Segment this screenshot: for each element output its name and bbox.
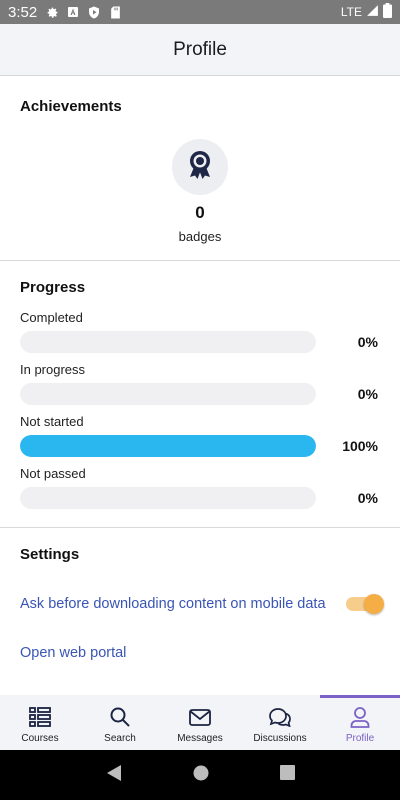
- toggle-knob: [364, 594, 384, 614]
- progress-label: In progress: [20, 362, 86, 377]
- system-nav-bar: [0, 750, 400, 800]
- home-icon[interactable]: [193, 765, 209, 786]
- profile-content[interactable]: Achievements 0 badges Progress Completed…: [0, 76, 400, 695]
- nav-item-search[interactable]: Search: [80, 695, 160, 750]
- progress-bar: [20, 383, 316, 405]
- nav-label: Messages: [177, 733, 223, 744]
- open-web-portal-link[interactable]: Open web portal: [20, 645, 380, 661]
- progress-percent: 0%: [357, 334, 378, 350]
- signal-icon: [366, 4, 379, 20]
- progress-bar: [20, 435, 316, 457]
- settings-section: Settings Ask before downloading content …: [0, 528, 400, 661]
- badges-summary: 0 badges: [20, 139, 380, 244]
- status-bar: 3:52 LTE: [0, 0, 400, 24]
- achievements-title: Achievements: [20, 98, 122, 115]
- progress-section: Progress Completed 0% In progress 0% Not…: [0, 261, 400, 528]
- settings-title: Settings: [20, 546, 80, 563]
- nav-item-discussions[interactable]: Discussions: [240, 695, 320, 750]
- envelope-icon: [189, 705, 211, 729]
- app-a-icon: [66, 5, 80, 19]
- mobile-data-toggle[interactable]: [346, 594, 384, 614]
- back-icon[interactable]: [106, 764, 122, 787]
- status-time: 3:52: [8, 3, 38, 21]
- bottom-nav: Courses Search Messages Discussions Prof…: [0, 695, 400, 750]
- battery-icon: [383, 3, 392, 21]
- badge-label: badges: [178, 229, 222, 244]
- nav-label: Search: [104, 733, 136, 744]
- badge-count: 0: [195, 203, 205, 222]
- progress-percent: 0%: [357, 386, 378, 402]
- page-title: Profile: [173, 38, 227, 60]
- status-right: LTE: [341, 3, 392, 21]
- sd-card-icon: [108, 5, 122, 19]
- achievements-section: Achievements 0 badges: [0, 76, 400, 261]
- person-icon: [350, 705, 370, 729]
- courses-icon: [29, 705, 51, 729]
- award-ribbon-icon: [187, 150, 213, 185]
- gear-icon: [45, 5, 59, 19]
- progress-title: Progress: [20, 279, 86, 296]
- progress-bar: [20, 331, 316, 353]
- nav-item-profile[interactable]: Profile: [320, 695, 400, 750]
- app-bar: Profile: [0, 24, 400, 76]
- progress-row-in-progress: In progress 0%: [20, 362, 380, 405]
- nav-item-courses[interactable]: Courses: [0, 695, 80, 750]
- progress-row-not-started: Not started 100%: [20, 414, 380, 457]
- chat-bubbles-icon: [268, 705, 292, 729]
- progress-row-not-passed: Not passed 0%: [20, 466, 380, 509]
- status-notification-icons: [45, 5, 122, 19]
- search-icon: [110, 705, 130, 729]
- nav-label: Discussions: [253, 733, 307, 744]
- nav-label: Courses: [21, 733, 59, 744]
- progress-label: Not passed: [20, 466, 86, 481]
- badge-icon-circle: [172, 139, 228, 195]
- progress-bar: [20, 487, 316, 509]
- mobile-data-label[interactable]: Ask before downloading content on mobile…: [20, 596, 326, 612]
- nav-label: Profile: [345, 733, 375, 744]
- nav-item-messages[interactable]: Messages: [160, 695, 240, 750]
- progress-bar-fill: [20, 435, 316, 457]
- progress-label: Completed: [20, 310, 83, 325]
- progress-label: Not started: [20, 414, 84, 429]
- recents-icon[interactable]: [279, 765, 295, 785]
- progress-row-completed: Completed 0%: [20, 310, 380, 353]
- network-type: LTE: [340, 5, 362, 19]
- progress-percent: 0%: [357, 490, 378, 506]
- shield-play-icon: [87, 5, 101, 19]
- progress-percent: 100%: [342, 438, 378, 454]
- mobile-data-setting[interactable]: Ask before downloading content on mobile…: [20, 594, 384, 614]
